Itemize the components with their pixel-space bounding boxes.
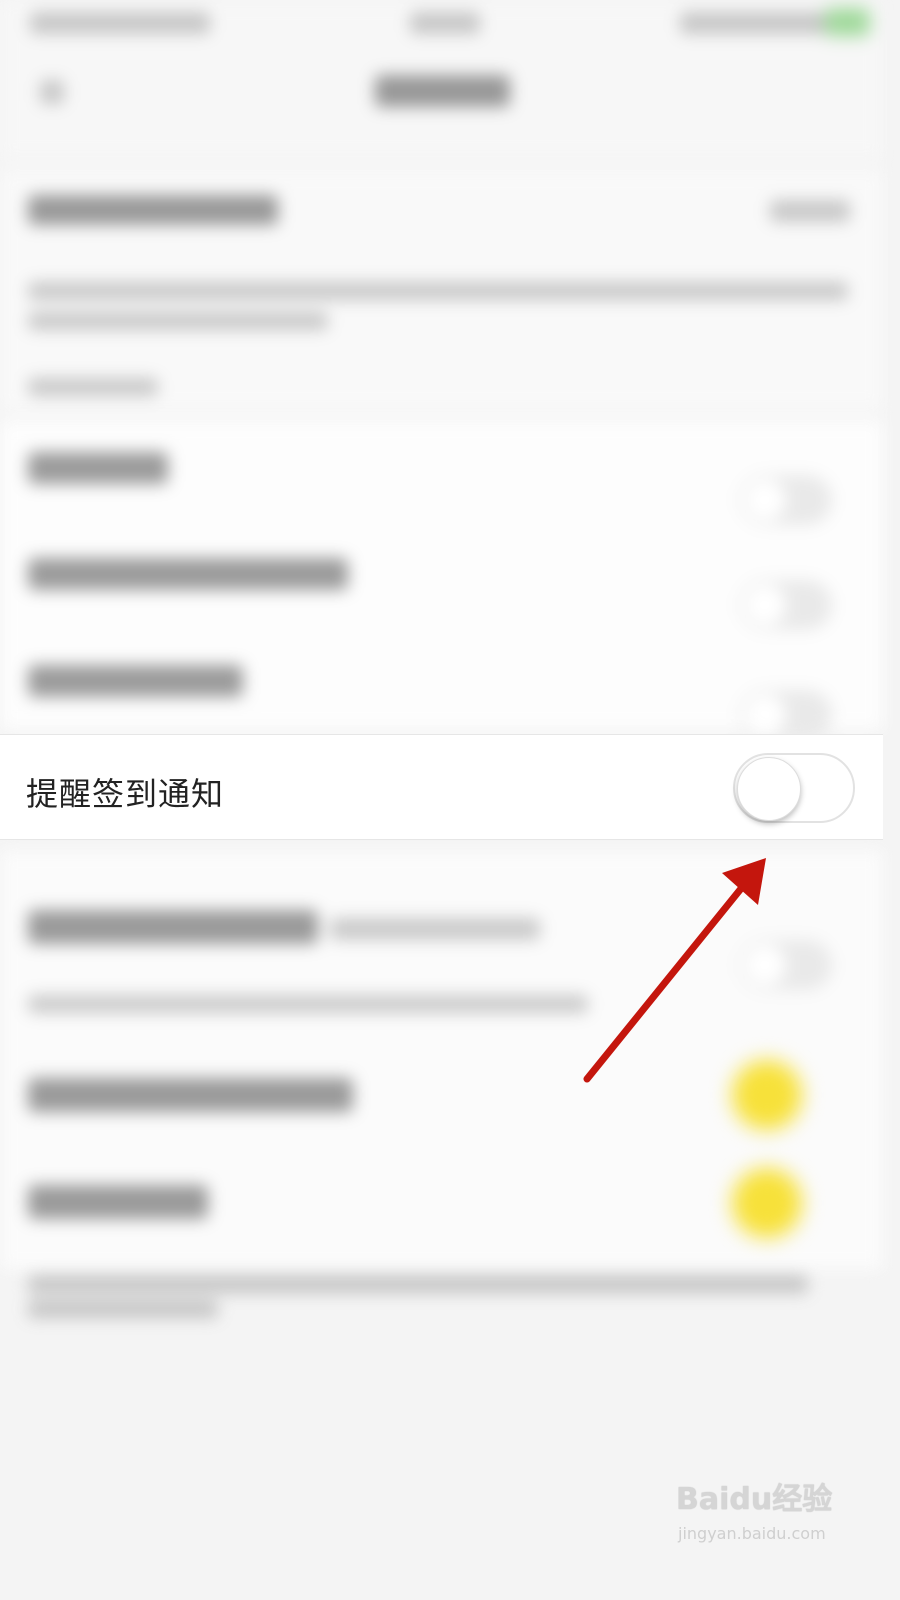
- watermark-url: jingyan.baidu.com: [678, 1524, 826, 1543]
- watermark-logo: Baidu经验: [676, 1482, 833, 1517]
- baidu-jingyan-watermark: Baidu经验 jingyan.baidu.com: [676, 1474, 846, 1554]
- annotation-arrow-icon: [583, 858, 766, 1083]
